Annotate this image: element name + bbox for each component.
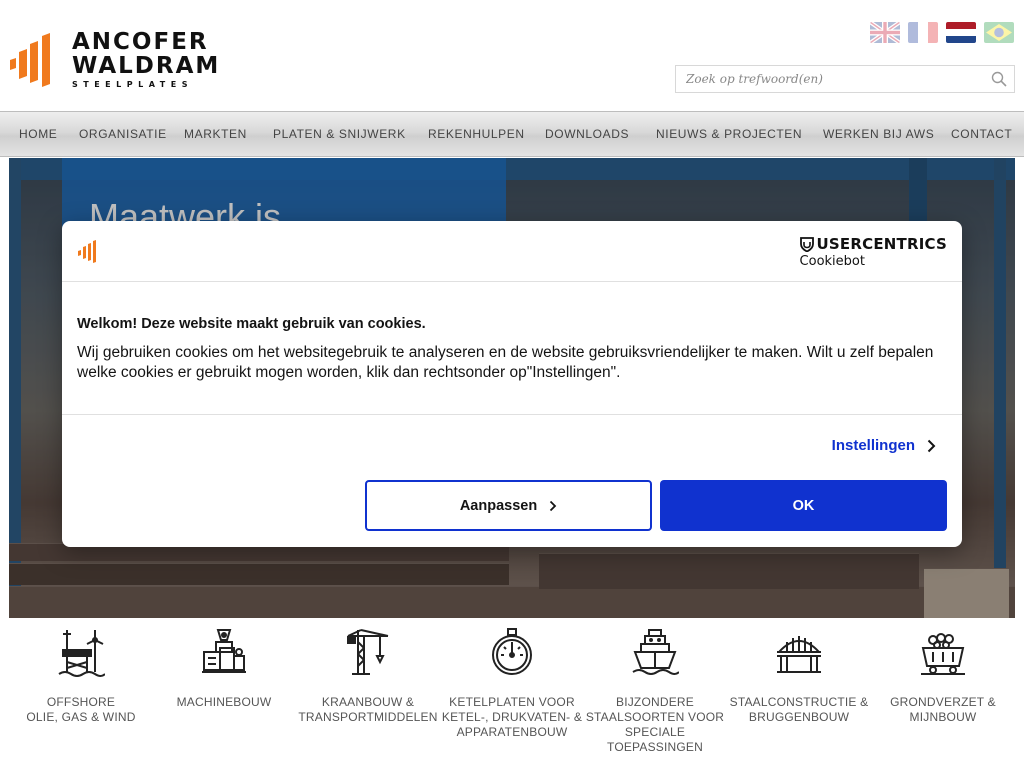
market-offshore[interactable]: OFFSHORE OLIE, GAS & WIND	[6, 620, 156, 725]
market-label: GRONDVERZET & MIJNBOUW	[890, 695, 996, 724]
market-label: STAALCONSTRUCTIE & BRUGGENBOUW	[729, 695, 869, 724]
site-logo[interactable]: ANCOFER WALDRAM STEELPLATES	[10, 30, 220, 89]
cookiebot-label: Cookiebot	[799, 254, 865, 269]
market-label: OFFSHORE OLIE, GAS & WIND	[26, 695, 136, 724]
nav-organisatie[interactable]: ORGANISATIE	[79, 112, 167, 156]
cookie-dialog-header: USERCENTRICS Cookiebot	[62, 221, 962, 282]
usercentrics-label: USERCENTRICS	[816, 235, 947, 253]
logo-name-line2: WALDRAM	[72, 53, 221, 79]
market-bijzondere-staalsoorten[interactable]: BIJZONDERE STAALSOORTEN VOOR SPECIALE TO…	[580, 620, 730, 755]
shield-icon	[799, 236, 814, 252]
market-label: BIJZONDERE STAALSOORTEN VOOR SPECIALE TO…	[585, 695, 725, 754]
market-label: KETELPLATEN VOOR KETEL-, DRUKVATEN- & AP…	[441, 695, 583, 739]
language-switcher	[870, 22, 1014, 43]
settings-link[interactable]: Instellingen	[832, 437, 936, 454]
mine-cart-icon	[921, 633, 965, 675]
search-input[interactable]	[676, 66, 984, 92]
logo-name-line1: ANCOFER	[72, 29, 209, 55]
market-label: KRAANBOUW & TRANSPORTMIDDELEN	[298, 695, 438, 724]
cookie-dialog-divider	[62, 414, 962, 415]
market-machinebouw[interactable]: MACHINEBOUW	[149, 620, 299, 710]
main-navigation: HOME ORGANISATIE MARKTEN PLATEN & SNIJWE…	[0, 111, 1024, 157]
settings-label: Instellingen	[831, 437, 915, 454]
ok-label: OK	[792, 497, 815, 514]
logo-tagline: STEELPLATES	[72, 80, 193, 89]
cookie-consent-dialog: USERCENTRICS Cookiebot Welkom! Deze webs…	[62, 221, 962, 547]
english-flag-icon[interactable]	[870, 22, 900, 43]
dutch-flag-icon[interactable]	[946, 22, 976, 43]
nav-platen-snijwerk[interactable]: PLATEN & SNIJWERK	[273, 112, 406, 156]
french-flag-icon[interactable]	[908, 22, 938, 43]
cookie-dialog-title: Welkom! Deze website maakt gebruik van c…	[77, 316, 426, 332]
machine-icon	[202, 629, 246, 673]
market-grondverzet[interactable]: GRONDVERZET & MIJNBOUW	[868, 620, 1018, 725]
nav-nieuws-projecten[interactable]: NIEUWS & PROJECTEN	[656, 112, 802, 156]
site-logo-small-icon	[78, 240, 96, 263]
cookie-dialog-text: Wij gebruiken cookies om het websitegebr…	[77, 344, 934, 381]
chevron-right-icon	[550, 500, 557, 511]
nav-contact[interactable]: CONTACT	[951, 112, 1012, 156]
customize-button[interactable]: Aanpassen	[365, 480, 652, 531]
market-kraanbouw[interactable]: KRAANBOUW & TRANSPORTMIDDELEN	[293, 620, 443, 725]
markets-strip: OFFSHORE OLIE, GAS & WIND MACHINEBOUW KR…	[0, 620, 1024, 768]
site-header: ANCOFER WALDRAM STEELPLATES	[0, 0, 1024, 111]
bridge-icon	[777, 636, 821, 673]
pressure-gauge-icon	[492, 628, 532, 675]
ok-button[interactable]: OK	[660, 480, 947, 531]
market-ketelplaten[interactable]: KETELPLATEN VOOR KETEL-, DRUKVATEN- & AP…	[437, 620, 587, 740]
crane-icon	[347, 629, 389, 675]
nav-home[interactable]: HOME	[19, 112, 57, 156]
market-staalconstructie[interactable]: STAALCONSTRUCTIE & BRUGGENBOUW	[724, 620, 874, 725]
brazil-flag-icon[interactable]	[984, 22, 1014, 43]
chevron-right-icon	[927, 439, 936, 452]
nav-werken-bij-aws[interactable]: WERKEN BIJ AWS	[823, 112, 934, 156]
ship-icon	[632, 629, 679, 675]
nav-downloads[interactable]: DOWNLOADS	[545, 112, 629, 156]
search-box	[675, 65, 1015, 93]
market-label: MACHINEBOUW	[176, 695, 272, 709]
search-icon[interactable]	[984, 65, 1014, 93]
usercentrics-brand[interactable]: USERCENTRICS Cookiebot	[800, 235, 947, 269]
customize-label: Aanpassen	[459, 497, 538, 514]
offshore-platform-icon	[58, 630, 105, 677]
nav-markten[interactable]: MARKTEN	[184, 112, 247, 156]
logo-bars-icon	[10, 33, 50, 87]
nav-rekenhulpen[interactable]: REKENHULPEN	[428, 112, 525, 156]
